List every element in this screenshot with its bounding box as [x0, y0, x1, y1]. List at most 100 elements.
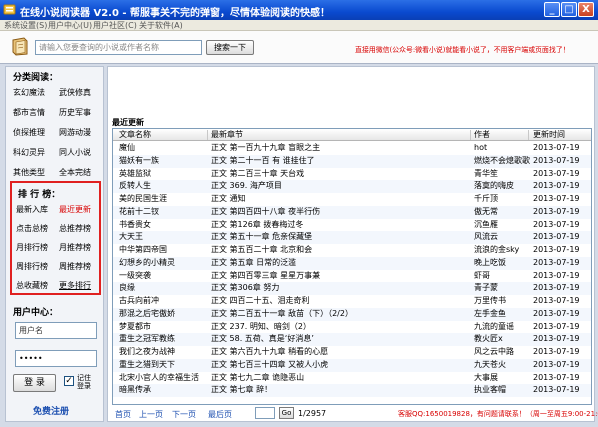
row-author: 大事展 [474, 372, 498, 382]
row-time: 2013-07-19 [533, 334, 580, 344]
row-author: 教火匠x [474, 334, 503, 344]
search-input[interactable]: 请输入您要查询的小说或作者名称 [35, 40, 202, 55]
table-row[interactable]: 大天王 正文 第五十一章 危亲保藏堡 风流云 2013-07-19 [113, 231, 591, 244]
category-fanfic[interactable]: 同人小说 [59, 147, 91, 158]
menu-user-community[interactable]: 用户社区(C) [93, 20, 137, 31]
register-link[interactable]: 免费注册 [33, 404, 69, 417]
category-detective[interactable]: 侦探推理 [13, 127, 45, 138]
search-button[interactable]: 搜索一下 [206, 40, 254, 55]
table-row[interactable]: 反转人生 正文 369. 海产项目 落寞的嗨皮 2013-07-19 [113, 180, 591, 193]
row-time: 2013-07-19 [533, 155, 580, 165]
row-name: 良缘 [119, 283, 135, 293]
close-button[interactable]: X [578, 2, 594, 17]
main-panel: 最近更新 文章名称 最新章节 作者 更新时间 魔仙 正文 第一百九十九章 盲眼之主… [107, 66, 598, 422]
table-row[interactable]: 重生之猎到天下 正文 第七百三十四章 又被人小虎 九天苍火 2013-07-19 [113, 358, 591, 372]
row-author: 风之云中路 [474, 347, 514, 356]
rank-total-clicks[interactable]: 点击总榜 [16, 223, 48, 234]
maximize-button[interactable]: □ [561, 2, 577, 17]
rank-newest[interactable]: 最新入库 [16, 204, 48, 215]
table-row[interactable]: 一级突袭 正文 第四百零三章 星星万事兼 虾哥 2013-07-19 [113, 270, 591, 283]
table-row[interactable]: 良缘 正文 第306章 努力 青子蒙 2013-07-19 [113, 282, 591, 295]
table-row[interactable]: 那混之后宅傲娇 正文 第二百五十一章 敌苗（下）（2/2） 左手金鱼 2013-07-… [113, 307, 591, 321]
page-count: 1/2957 [298, 409, 327, 418]
table-row[interactable]: 猫妖有一族 正文 第二十一百 有 谁挂住了 燃烧不会熄歌歌 2013-07-19 [113, 154, 591, 168]
next-page-link[interactable]: 下一页 [172, 409, 196, 420]
row-time: 2013-07-19 [533, 372, 580, 382]
category-fantasy[interactable]: 玄幻魔法 [13, 87, 45, 98]
row-name: 暗黑传承 [119, 385, 151, 395]
menu-about[interactable]: 关于软件(A) [139, 20, 183, 31]
row-chapter: 正文 第五百二十章 北京和会 [211, 245, 313, 254]
recent-updates-heading: 最近更新 [112, 118, 144, 127]
username-input[interactable]: 用户名 [15, 322, 97, 339]
row-chapter: 正文 通知 [211, 194, 246, 203]
rank-total-favorites[interactable]: 总收藏榜 [16, 280, 48, 291]
row-time: 2013-07-19 [533, 206, 580, 216]
row-time: 2013-07-19 [533, 194, 580, 203]
category-wuxia[interactable]: 武侠修真 [59, 87, 91, 98]
row-name: 美的民国生涯 [119, 194, 167, 203]
rank-more[interactable]: 更多排行 [59, 280, 91, 291]
password-input[interactable]: ••••• [15, 350, 97, 367]
row-chapter: 正文 第306章 努力 [211, 283, 280, 293]
table-row[interactable]: 古兵向前冲 正文 四百二十五、泪走奇利 万里传书 2013-07-19 [113, 295, 591, 308]
row-name: 一级突袭 [119, 270, 151, 280]
table-row[interactable]: 暗黑传承 正文 第七章 辞！ 执业客帽 2013-07-19 [113, 384, 591, 397]
table-row[interactable]: 花前十二钗 正文 第四百四十八章 夜半行伤 傲无常 2013-07-19 [113, 205, 591, 219]
column-time[interactable]: 更新时间 [533, 129, 565, 141]
table-row[interactable]: 书香贵女 正文 第126章 拨春梅过冬 沉鱼雁 2013-07-19 [113, 219, 591, 232]
go-button[interactable]: Go [279, 407, 294, 419]
row-chapter: 正文 第七百三十四章 又被人小虎 [211, 359, 329, 369]
table-row[interactable]: 梦夏都市 正文 237. 明知、暗剑（2） 九流的童谣 2013-07-19 [113, 321, 591, 334]
sidebar: 分类阅读： 玄幻魔法 武侠修真 都市言情 历史军事 侦探推理 网游动漫 科幻灵异… [5, 66, 104, 422]
column-author[interactable]: 作者 [474, 129, 490, 141]
column-chapter[interactable]: 最新章节 [211, 129, 243, 141]
page-number-input[interactable] [255, 407, 275, 419]
prev-page-link[interactable]: 上一页 [139, 409, 163, 420]
row-time: 2013-07-19 [533, 385, 580, 395]
remember-checkbox[interactable]: ✓ [64, 376, 74, 386]
category-history[interactable]: 历史军事 [59, 107, 91, 118]
table-row[interactable]: 英雄监狱 正文 第二百三十章 天台戏 青华笙 2013-07-19 [113, 168, 591, 181]
row-chapter: 正文 369. 海产项目 [211, 181, 282, 191]
rank-monthly[interactable]: 月排行榜 [16, 242, 48, 253]
rank-total-recommend[interactable]: 总推荐榜 [59, 223, 91, 234]
category-other[interactable]: 其他类型 [13, 167, 45, 178]
support-notice: 客服QQ:1650019828，有问题请联系！（周一至周五9:00-21:00） [398, 410, 598, 418]
menu-system-settings[interactable]: 系统设置(S) [4, 20, 47, 31]
table-row[interactable]: 幻想乡的小精灵 正文 第五章 日常的泛滥 晚上吃饭 2013-07-19 [113, 256, 591, 270]
last-page-link[interactable]: 最后页 [208, 409, 232, 420]
category-completed[interactable]: 全本完结 [59, 167, 91, 178]
table-row[interactable]: 北宋小官人的幸福生活 正文 第七九二章 诡隐恶山 大事展 2013-07-19 [113, 372, 591, 385]
category-game[interactable]: 网游动漫 [59, 127, 91, 138]
menu-user-center[interactable]: 用户中心(U) [48, 20, 92, 31]
table-row[interactable]: 中华第四帝国 正文 第五百二十章 北京和会 流浪的金sky 2013-07-19 [113, 244, 591, 257]
row-chapter: 正文 第二百五十一章 敌苗（下）（2/2） [211, 308, 353, 318]
category-urban[interactable]: 都市言情 [13, 107, 45, 118]
rank-weekly-recommend[interactable]: 周推荐榜 [59, 261, 91, 272]
row-name: 古兵向前冲 [119, 296, 159, 305]
rank-monthly-recommend[interactable]: 月推荐榜 [59, 242, 91, 253]
row-name: 重生之猎到天下 [119, 359, 175, 369]
user-center-title: 用户中心： [13, 308, 59, 318]
table-row[interactable]: 我们之夜为战神 正文 第六百九十九章 稍看的心愿 风之云中路 2013-07-19 [113, 346, 591, 359]
row-chapter: 正文 第四百四十八章 夜半行伤 [211, 206, 321, 216]
window-title: 在线小说阅读器 V2.0 - 帮服事关不完的弹窗，尽情体验阅读的快感！ [20, 8, 331, 19]
row-name: 花前十二钗 [119, 206, 159, 216]
table-row[interactable]: 美的民国生涯 正文 通知 千斤顶 2013-07-19 [113, 193, 591, 206]
table-row[interactable]: 魔仙 正文 第一百九十九章 盲眼之主 hot 2013-07-19 [113, 142, 591, 155]
rank-weekly[interactable]: 周排行榜 [16, 261, 48, 272]
table-row[interactable]: 重生之冠军教练 正文 58. 五荷、真是‘好消息’ 教火匠x 2013-07-19 [113, 333, 591, 346]
minimize-button[interactable]: _ [544, 2, 560, 17]
login-button[interactable]: 登 录 [13, 374, 56, 392]
row-chapter: 正文 四百二十五、泪走奇利 [211, 296, 310, 305]
category-scifi[interactable]: 科幻灵异 [13, 147, 45, 158]
rank-recent-update[interactable]: 最近更新 [59, 204, 91, 215]
row-time: 2013-07-19 [533, 219, 580, 229]
column-name[interactable]: 文章名称 [119, 129, 151, 141]
row-name: 英雄监狱 [119, 168, 151, 178]
update-list[interactable]: 文章名称 最新章节 作者 更新时间 魔仙 正文 第一百九十九章 盲眼之主 hot 20… [112, 128, 592, 405]
search-bar: 请输入您要查询的小说或作者名称 搜索一下 直接用微信(公众号:微看小说)就能看小… [0, 31, 598, 64]
first-page-link[interactable]: 首页 [115, 409, 131, 420]
row-author: hot [474, 143, 488, 152]
